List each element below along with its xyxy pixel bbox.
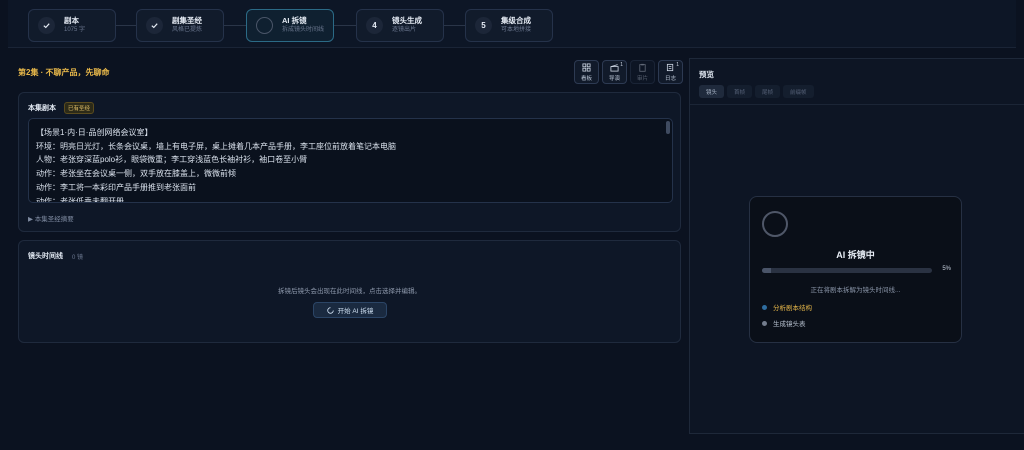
board-button[interactable]: 看板 xyxy=(574,60,599,84)
script-panel: 本集剧本 已有圣经 【场景1·内·日·品创网络会议室】 环境：明亮日光灯，长条会… xyxy=(18,92,681,232)
status-dot xyxy=(762,320,767,326)
tool-label: 审片 xyxy=(636,75,648,82)
step-connector xyxy=(116,25,136,26)
bible-status-badge: 已有圣经 xyxy=(64,102,95,114)
log-icon xyxy=(666,63,674,71)
tool-badge: 1 xyxy=(620,62,623,68)
episode-title: 第2集 · 不聊产品，先聊命 xyxy=(18,68,110,77)
tab-first-frame[interactable]: 首帧 xyxy=(727,85,753,98)
tool-badge: 1 xyxy=(676,62,679,68)
step-number: 5 xyxy=(475,17,492,34)
loading-spinner-icon xyxy=(762,211,788,237)
episode-toolbar: 看板 1 导演 审片 1 日志 xyxy=(574,60,683,84)
progress-percent: 5% xyxy=(942,266,951,272)
grid-icon xyxy=(582,62,591,72)
step-subtitle: 可本地拼接 xyxy=(501,27,532,34)
start-button-label: 开始 AI 拆镜 xyxy=(337,308,374,315)
step-subtitle: 拆成镜头时间线 xyxy=(282,27,325,34)
step-title: 剧本 xyxy=(64,16,79,26)
step-connector xyxy=(334,25,356,26)
progress-step-generate: 生成镜头表 xyxy=(762,318,806,328)
script-line: 动作：老张低垂未翻开册 xyxy=(36,196,124,203)
step-number: 4 xyxy=(366,17,383,34)
start-ai-split-button[interactable]: 开始 AI 拆镜 xyxy=(313,302,387,318)
tool-label: 看板 xyxy=(580,75,592,82)
progress-step-label: 生成镜头表 xyxy=(773,321,806,328)
script-line: 人物：老张穿深蓝polo衫，眼袋微重；李工穿浅蓝色长袖衬衫，袖口卷至小臂 xyxy=(36,155,308,165)
step-subtitle: 风格已提炼 xyxy=(172,27,203,34)
tool-label: 导演 xyxy=(608,75,620,82)
script-line: 【场景1·内·日·品创网络会议室】 xyxy=(36,128,153,137)
step-subtitle: 逐镜出片 xyxy=(392,27,417,34)
progress-bar-fill xyxy=(762,268,771,273)
progress-card: AI 拆镜中 5% 正在将剧本拆解为镜头时间线... 分析剧本结构 生成镜头表 xyxy=(749,196,962,343)
preview-panel: 预览 镜头 首帧 尾帧 前缀帧 AI 拆镜中 5% 正在将剧本拆解为镜头时间线.… xyxy=(689,58,1024,434)
step-title: 剧集圣经 xyxy=(172,16,202,26)
clipboard-icon xyxy=(639,63,646,72)
loading-icon xyxy=(256,17,273,34)
step-bible[interactable]: 剧集圣经 风格已提炼 xyxy=(136,9,224,42)
tool-label: 日志 xyxy=(664,75,676,82)
step-script[interactable]: 剧本 1075 字 xyxy=(28,9,116,42)
step-subtitle: 1075 字 xyxy=(64,27,86,34)
director-button[interactable]: 1 导演 xyxy=(602,60,627,84)
spinner-icon xyxy=(326,306,334,314)
tab-shot[interactable]: 镜头 xyxy=(699,85,725,98)
script-lines: 【场景1·内·日·品创网络会议室】 环境：明亮日光灯，长条会议桌，墙上有电子屏，… xyxy=(36,126,396,203)
step-shot-gen[interactable]: 4 镜头生成 逐镜出片 xyxy=(356,9,444,42)
script-panel-title: 本集剧本 xyxy=(28,105,56,112)
step-title: AI 拆镜 xyxy=(282,16,307,26)
step-connector xyxy=(224,25,246,26)
status-dot xyxy=(762,304,767,310)
step-connector xyxy=(444,25,465,26)
progress-step-label: 分析剧本结构 xyxy=(773,305,812,312)
step-compose[interactable]: 5 集级合成 可本地拼接 xyxy=(465,9,553,42)
clapper-icon xyxy=(610,63,619,72)
timeline-title: 镜头时间线 xyxy=(28,253,63,260)
progress-bar xyxy=(762,268,932,273)
step-ai-split[interactable]: AI 拆镜 拆成镜头时间线 xyxy=(246,9,334,42)
tab-last-frame[interactable]: 尾帧 xyxy=(755,85,781,98)
preview-title: 预览 xyxy=(699,70,714,79)
workflow-stepper: 剧本 1075 字 剧集圣经 风格已提炼 AI 拆镜 拆成镜头时间线 4 镜头生… xyxy=(8,0,1016,48)
step-title: 镜头生成 xyxy=(392,16,422,26)
script-line: 动作：李工将一本彩印产品手册推到老张面前 xyxy=(36,182,196,192)
shot-count: 0 镜 xyxy=(72,255,84,261)
check-icon xyxy=(146,17,163,34)
progress-status: 正在将剧本拆解为镜头时间线... xyxy=(810,287,901,294)
divider xyxy=(690,104,1024,105)
script-line: 动作：老张坐在会议桌一侧，双手放在膝盖上，微微前倾 xyxy=(36,169,236,179)
review-button[interactable]: 审片 xyxy=(630,60,655,84)
log-button[interactable]: 1 日志 xyxy=(658,60,683,84)
progress-title: AI 拆镜中 xyxy=(836,250,875,260)
script-line: 环境：明亮日光灯，长条会议桌，墙上有电子屏，桌上摊着几本产品手册，李工座位前放着… xyxy=(36,141,396,151)
tab-prefix-frame[interactable]: 前缀帧 xyxy=(783,85,814,98)
script-scrollbar[interactable] xyxy=(666,121,670,134)
script-textarea[interactable]: 【场景1·内·日·品创网络会议室】 环境：明亮日光灯，长条会议桌，墙上有电子屏，… xyxy=(28,118,673,203)
preview-tabs: 镜头 首帧 尾帧 前缀帧 xyxy=(699,85,814,98)
step-title: 集级合成 xyxy=(501,16,531,26)
timeline-panel: 镜头时间线 0 镜 拆镜后镜头会出现在此时间线，点击选择并编辑。 开始 AI 拆… xyxy=(18,240,681,343)
timeline-empty-hint: 拆镜后镜头会出现在此时间线，点击选择并编辑。 xyxy=(278,288,421,295)
check-icon xyxy=(38,17,55,34)
progress-step-analyze: 分析剧本结构 xyxy=(762,302,812,312)
bible-summary-toggle[interactable]: ▶ 本集圣经摘要 xyxy=(28,213,74,223)
